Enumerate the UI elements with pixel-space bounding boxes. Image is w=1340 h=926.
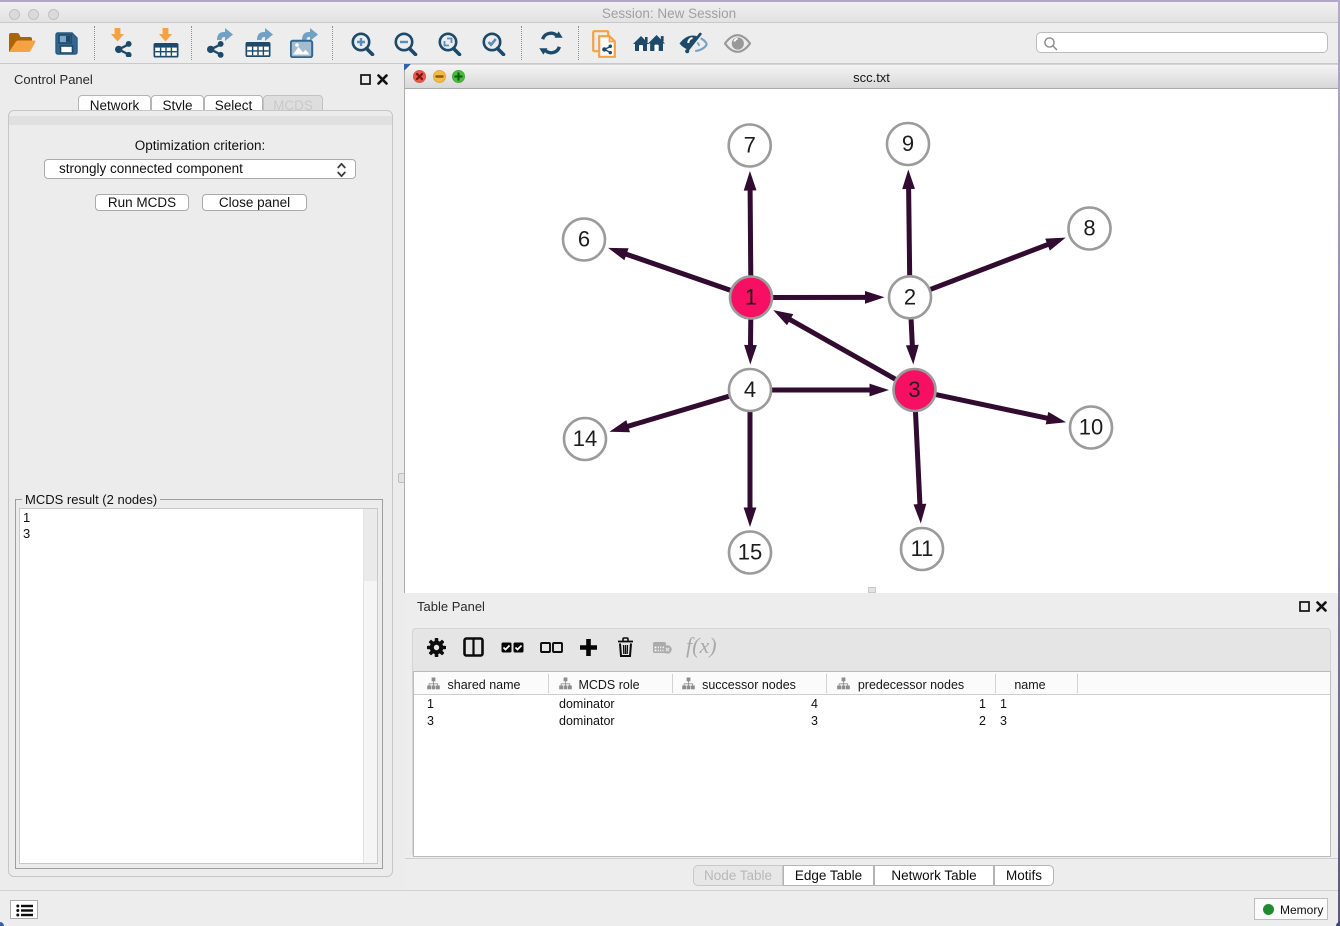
svg-text:1: 1 [745,285,757,310]
svg-text:14: 14 [573,426,597,451]
svg-text:3: 3 [908,377,920,402]
svg-text:10: 10 [1079,415,1103,440]
svg-text:8: 8 [1083,216,1095,241]
svg-text:15: 15 [738,540,762,565]
svg-text:9: 9 [902,131,914,156]
svg-text:4: 4 [744,377,756,402]
svg-text:7: 7 [744,133,756,158]
svg-text:2: 2 [904,285,916,310]
svg-text:11: 11 [911,536,934,561]
svg-text:6: 6 [578,227,590,252]
